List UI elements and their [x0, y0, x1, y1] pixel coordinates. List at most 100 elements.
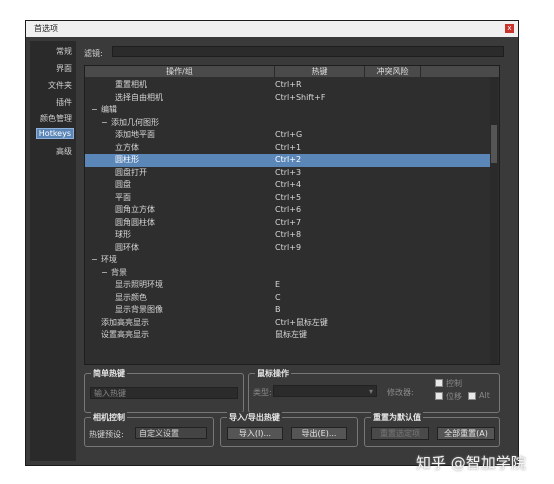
simple-hotkey-title: 简单热键	[91, 368, 127, 379]
sidebar-item-plugins[interactable]: 插件	[56, 97, 72, 108]
hotkey-tree: 操作/组 热键 冲突风险 重置相机 Ctrl+R 选择自由相机 Ctrl+Shift+…	[84, 65, 500, 365]
import-export-title: 导入/导出热键	[227, 412, 282, 423]
import-button[interactable]: 导入(I)...	[227, 427, 283, 440]
tree-row-hotkey: Ctrl+7	[275, 217, 302, 227]
tree-row[interactable]: 选择自由相机 Ctrl+Shift+F	[85, 92, 491, 105]
tree-row-hotkey: E	[275, 280, 281, 289]
chevron-down-icon: ▾	[368, 387, 373, 396]
tree-row[interactable]: − 环境	[85, 254, 491, 267]
column-header-hotkey[interactable]: 热键	[275, 66, 365, 77]
tree-row-label: 圆盘	[115, 180, 131, 189]
filter-input[interactable]	[112, 46, 504, 57]
tree-row[interactable]: − 编辑	[85, 104, 491, 117]
collapse-icon[interactable]: −	[101, 267, 108, 280]
shift-checkbox[interactable]	[435, 392, 443, 400]
tree-row-label: 显示颜色	[115, 292, 147, 302]
hotkeys-panel: 滤镜: 操作/组 热键 冲突风险 重置相机 Ctrl+R 选择自由相机 Ctrl+Sh…	[78, 41, 516, 463]
scrollbar-thumb[interactable]	[491, 125, 497, 163]
sidebar-item-general[interactable]: 常规	[56, 46, 72, 57]
close-icon[interactable]: x	[505, 24, 514, 33]
tree-row[interactable]: 添加地平面 Ctrl+G	[85, 129, 491, 142]
tree-row-hotkey: Ctrl+1	[275, 142, 302, 152]
tree-row-hotkey: Ctrl+4	[275, 180, 302, 189]
tree-row-label: 圆环体	[115, 242, 139, 252]
preset-select[interactable]: 自定义设置	[135, 427, 207, 439]
tree-row[interactable]: 球形 Ctrl+8	[85, 229, 491, 242]
tree-row-label: 圆角圆柱体	[115, 217, 155, 227]
preferences-window: 首选项 x 常规 界面 文件夹 插件 颜色管理 Hotkeys 高级 滤镜: 操…	[25, 20, 519, 466]
ctrl-label: 控制	[446, 379, 462, 388]
tree-row-label: 添加高亮显示	[101, 317, 149, 327]
tree-row[interactable]: 平面 Ctrl+5	[85, 192, 491, 205]
tree-row-label: 背景	[111, 267, 127, 277]
collapse-icon[interactable]: −	[91, 254, 98, 267]
collapse-icon[interactable]: −	[101, 117, 108, 130]
tree-row-label: 添加几何图形	[111, 117, 159, 127]
tree-row[interactable]: 添加高亮显示 Ctrl+鼠标左键	[85, 317, 491, 330]
category-sidebar: 常规 界面 文件夹 插件 颜色管理 Hotkeys 高级	[30, 41, 76, 461]
modifier-label: 修改器:	[387, 388, 414, 397]
collapse-icon[interactable]: −	[91, 104, 98, 117]
sidebar-item-color-management[interactable]: 颜色管理	[40, 113, 72, 124]
import-export-group: 导入/导出热键 导入(I)... 导出(E)...	[220, 412, 358, 447]
tree-row[interactable]: 显示背景图像 B	[85, 304, 491, 317]
tree-row-label: 显示背景图像	[115, 305, 163, 314]
tree-row[interactable]: 重置相机 Ctrl+R	[85, 79, 491, 92]
tree-row[interactable]: 显示颜色 C	[85, 292, 491, 305]
tree-row[interactable]: 设置高亮显示 鼠标左键	[85, 329, 491, 342]
preset-label: 热键预设:	[89, 430, 124, 439]
tree-row-label: 显示照明环境	[115, 280, 163, 289]
tree-row-label: 圆角立方体	[115, 205, 155, 214]
tree-row[interactable]: 圆盘 Ctrl+4	[85, 179, 491, 192]
column-header-conflict[interactable]: 冲突风险	[365, 66, 421, 77]
tree-row[interactable]: 圆柱形 Ctrl+2	[85, 154, 491, 167]
tree-row-hotkey: Ctrl+3	[275, 167, 302, 177]
camera-control-group: 相机控制 热键预设: 自定义设置	[84, 412, 214, 447]
alt-checkbox[interactable]	[468, 392, 476, 400]
mouse-operation-group: 鼠标操作 类型: ▾ 修改器: 控制 位移 Alt	[248, 368, 500, 413]
tree-row-hotkey: Ctrl+5	[275, 192, 302, 202]
tree-row-label: 重置相机	[115, 80, 147, 89]
sidebar-item-hotkeys[interactable]: Hotkeys	[35, 128, 74, 139]
tree-row[interactable]: 圆环体 Ctrl+9	[85, 242, 491, 255]
tree-row[interactable]: 显示照明环境 E	[85, 279, 491, 292]
tree-row-hotkey: Ctrl+鼠标左键	[275, 317, 328, 327]
reset-selected-button[interactable]: 重置选定项	[371, 427, 429, 440]
filter-label: 滤镜:	[84, 49, 103, 58]
tree-row-label: 圆盘打开	[115, 167, 147, 177]
tree-row[interactable]: − 背景	[85, 267, 491, 280]
reset-group: 重置为默认值 重置选定项 全部重置(A)	[364, 412, 500, 447]
tree-row-label: 选择自由相机	[115, 92, 163, 102]
sidebar-item-advanced[interactable]: 高级	[56, 146, 72, 157]
reset-title: 重置为默认值	[371, 412, 423, 423]
tree-row-label: 立方体	[115, 142, 139, 152]
tree-row-label: 球形	[115, 230, 131, 239]
sidebar-item-folders[interactable]: 文件夹	[48, 80, 72, 91]
tree-row[interactable]: 圆角立方体 Ctrl+6	[85, 204, 491, 217]
tree-row[interactable]: 圆角圆柱体 Ctrl+7	[85, 217, 491, 230]
tree-row[interactable]: 圆盘打开 Ctrl+3	[85, 167, 491, 180]
tree-row-hotkey: Ctrl+8	[275, 230, 302, 239]
export-button[interactable]: 导出(E)...	[291, 427, 347, 440]
sidebar-item-interface[interactable]: 界面	[56, 63, 72, 74]
tree-row-hotkey: Ctrl+6	[275, 205, 302, 214]
tree-row-label: 编辑	[101, 105, 117, 114]
tree-row-hotkey: C	[275, 292, 281, 302]
tree-row-hotkey: Ctrl+G	[275, 130, 303, 139]
column-header-action[interactable]: 操作/组	[85, 66, 275, 77]
ctrl-checkbox[interactable]	[435, 379, 443, 387]
reset-all-button[interactable]: 全部重置(A)	[437, 427, 495, 440]
tree-row-hotkey: B	[275, 305, 281, 314]
title-bar: 首选项 x	[26, 21, 518, 37]
tree-row-label: 设置高亮显示	[101, 330, 149, 339]
window-title: 首选项	[34, 24, 58, 33]
tree-header: 操作/组 热键 冲突风险	[85, 66, 499, 77]
tree-row-hotkey: Ctrl+2	[275, 155, 302, 164]
tree-row[interactable]: − 添加几何图形	[85, 117, 491, 130]
tree-row-label: 环境	[101, 255, 117, 264]
hotkey-input[interactable]: 输入热键	[90, 387, 238, 399]
type-select[interactable]: ▾	[273, 385, 377, 397]
tree-row[interactable]: 立方体 Ctrl+1	[85, 142, 491, 155]
tree-scrollbar[interactable]	[490, 77, 498, 364]
simple-hotkey-group: 简单热键 输入热键	[84, 368, 244, 413]
